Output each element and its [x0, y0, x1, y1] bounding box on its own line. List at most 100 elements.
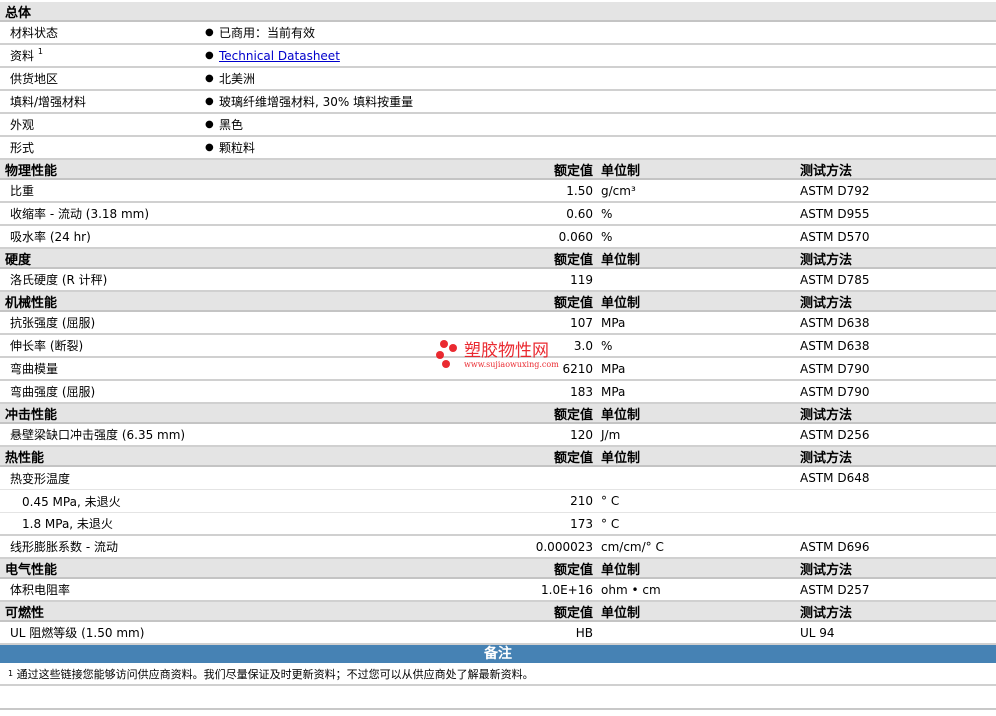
bullet-icon: ● — [205, 27, 214, 38]
property-name: UL 阻燃等级 (1.50 mm) — [10, 626, 145, 640]
property-name: 收缩率 - 流动 (3.18 mm) — [10, 207, 150, 221]
general-row: 材料状态 ● 已商用：当前有效 — [0, 22, 996, 45]
column-header-method: 测试方法 — [800, 163, 853, 179]
property-label: 形式 — [0, 139, 205, 156]
column-header-value: 额定值 — [553, 562, 593, 578]
column-header-unit: 单位制 — [601, 605, 641, 621]
property-value: 210 — [570, 494, 593, 508]
column-header-unit: 单位制 — [601, 163, 641, 179]
test-method: ASTM D785 — [800, 272, 870, 287]
property-value: 黑色 — [219, 118, 244, 132]
technical-datasheet-link[interactable]: Technical Datasheet — [219, 49, 340, 63]
test-method: UL 94 — [800, 625, 835, 640]
property-name: 热变形温度 — [10, 471, 71, 486]
property-unit: % — [601, 229, 613, 244]
property-value: 0.060 — [558, 229, 593, 244]
label-text: 材料状态 — [10, 26, 59, 40]
property-unit: MPa — [601, 361, 626, 376]
section-title: 冲击性能 — [5, 407, 58, 423]
column-header-unit: 单位制 — [601, 295, 641, 311]
logo-dots-icon — [436, 340, 464, 370]
section-header: 机械性能 额定值 单位制 测试方法 — [0, 292, 996, 312]
section-header: 电气性能 额定值 单位制 测试方法 — [0, 559, 996, 579]
property-row: UL 阻燃等级 (1.50 mm) HB UL 94 — [0, 622, 996, 645]
footnote-marker: 1 — [37, 47, 43, 56]
property-row: 收缩率 - 流动 (3.18 mm) 0.60% ASTM D955 — [0, 203, 996, 226]
property-name: 线形膨胀系数 - 流动 — [10, 540, 118, 554]
property-value: 107 — [570, 315, 593, 330]
general-row: 填料/增强材料 ● 玻璃纤维增强材料, 30% 填料按重量 — [0, 91, 996, 114]
property-label: 资料 1 — [0, 47, 205, 64]
column-header-method: 测试方法 — [800, 295, 853, 311]
section-header: 物理性能 额定值 单位制 测试方法 — [0, 160, 996, 180]
property-unit: ° C — [601, 516, 620, 531]
section-header: 硬度 额定值 单位制 测试方法 — [0, 249, 996, 269]
test-method: ASTM D696 — [800, 539, 870, 554]
column-header-method: 测试方法 — [800, 562, 853, 578]
section-title: 机械性能 — [5, 295, 58, 311]
property-name: 比重 — [10, 184, 35, 198]
property-row: 体积电阻率 1.0E+16 ohm • cm ASTM D257 — [0, 579, 996, 602]
section-header: 热性能 额定值 单位制 测试方法 — [0, 447, 996, 467]
general-row: 供货地区 ● 北美洲 — [0, 68, 996, 91]
bullet-icon: ● — [205, 119, 214, 130]
label-text: 外观 — [10, 118, 35, 132]
test-method: ASTM D790 — [800, 384, 870, 399]
property-label: 材料状态 — [0, 24, 205, 41]
property-row: 悬壁梁缺口冲击强度 (6.35 mm) 120 J/m ASTM D256 — [0, 424, 996, 447]
property-row: 1.8 MPa, 未退火 173 ° C — [0, 513, 996, 536]
test-method: ASTM D638 — [800, 315, 870, 330]
property-name: 抗张强度 (屈服) — [10, 316, 96, 330]
column-header-value: 额定值 — [553, 407, 593, 423]
property-row: 抗张强度 (屈服) 107 MPa ASTM D638 — [0, 312, 996, 335]
test-method: ASTM D792 — [800, 183, 870, 198]
property-name: 洛氏硬度 (R 计秤) — [10, 273, 108, 287]
general-row: 资料 1 ● Technical Datasheet — [0, 45, 996, 68]
property-value: 北美洲 — [219, 72, 256, 86]
property-unit: ° C — [601, 494, 620, 508]
column-header-unit: 单位制 — [601, 252, 641, 268]
bullet-icon: ● — [205, 50, 214, 61]
property-value: HB — [575, 625, 593, 640]
general-row: 形式 ● 颗粒料 — [0, 137, 996, 160]
property-row: 热变形温度 ASTM D648 — [0, 467, 996, 490]
property-row: 洛氏硬度 (R 计秤) 119 ASTM D785 — [0, 269, 996, 292]
column-header-value: 额定值 — [553, 163, 593, 179]
property-unit: MPa — [601, 315, 626, 330]
column-header-unit: 单位制 — [601, 407, 641, 423]
column-header-value: 额定值 — [553, 295, 593, 311]
property-name: 0.45 MPa, 未退火 — [22, 494, 121, 509]
section-header: 冲击性能 额定值 单位制 测试方法 — [0, 404, 996, 424]
empty-row — [0, 686, 996, 710]
test-method: ASTM D638 — [800, 338, 870, 353]
property-unit: % — [601, 206, 613, 221]
general-row: 外观 ● 黑色 — [0, 114, 996, 137]
test-method: ASTM D790 — [800, 361, 870, 376]
notes-header: 备注 — [0, 645, 996, 663]
test-method: ASTM D256 — [800, 427, 870, 442]
column-header-method: 测试方法 — [800, 407, 853, 423]
column-header-unit: 单位制 — [601, 450, 641, 466]
property-name: 吸水率 (24 hr) — [10, 230, 91, 244]
property-value: 1.50 — [566, 183, 593, 198]
column-header-value: 额定值 — [553, 450, 593, 466]
bullet-icon: ● — [205, 142, 214, 153]
property-row: 吸水率 (24 hr) 0.060% ASTM D570 — [0, 226, 996, 249]
column-header-value: 额定值 — [553, 252, 593, 268]
property-value: 玻璃纤维增强材料, 30% 填料按重量 — [219, 95, 414, 109]
column-header-method: 测试方法 — [800, 252, 853, 268]
property-unit: ohm • cm — [601, 582, 661, 597]
property-unit: cm/cm/° C — [601, 539, 664, 554]
property-name: 1.8 MPa, 未退火 — [22, 517, 113, 531]
column-header-method: 测试方法 — [800, 450, 853, 466]
section-title: 硬度 — [5, 252, 32, 268]
property-label: 外观 — [0, 116, 205, 133]
property-unit: g/cm³ — [601, 183, 636, 198]
property-name: 体积电阻率 — [10, 583, 71, 597]
label-text: 形式 — [10, 141, 35, 155]
property-row: 0.45 MPa, 未退火 210 ° C — [0, 490, 996, 513]
property-unit: % — [601, 338, 613, 353]
property-value: 183 — [570, 384, 593, 399]
property-value: 0.60 — [566, 206, 593, 221]
property-value: 颗粒料 — [219, 141, 256, 155]
